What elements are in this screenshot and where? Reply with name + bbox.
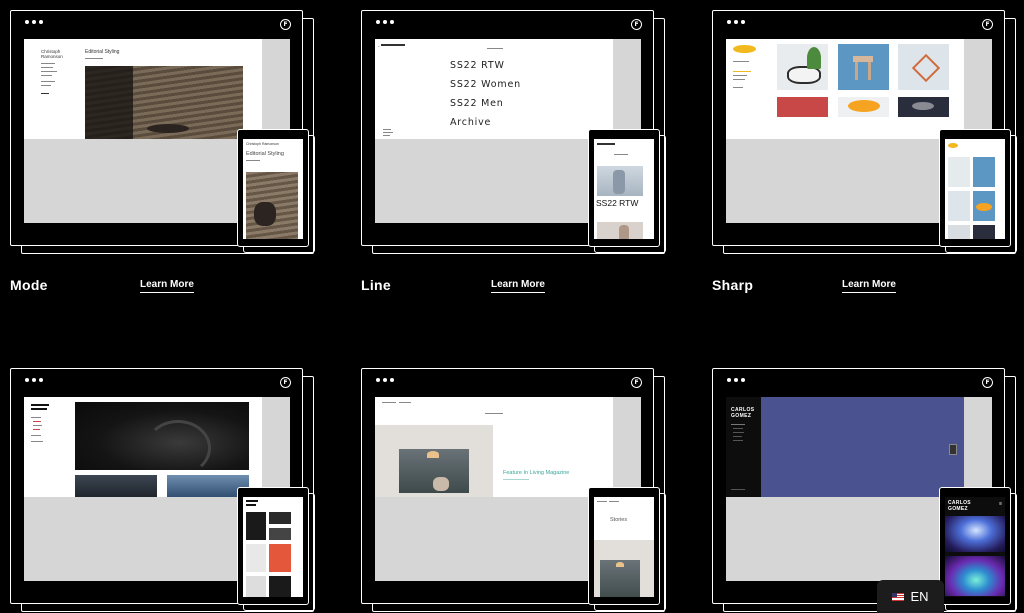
template-card-mode[interactable]: F Christoph Ramonson Editorial Styling C…: [10, 10, 315, 254]
phone-preview: SS22 RTW: [588, 129, 660, 247]
learn-more-link-mode[interactable]: Learn More: [140, 279, 194, 293]
menu-item-archive: Archive: [450, 117, 492, 128]
concert-photo: [945, 516, 1005, 552]
hero-photo: [399, 449, 469, 493]
preview-heading: Editorial Styling: [85, 49, 120, 55]
window-dots-icon: [727, 378, 745, 382]
desktop-preview: CARLOS GOMEZ: [726, 397, 964, 497]
phone-preview: Stories: [588, 487, 660, 605]
card-title-mode: Mode: [10, 277, 48, 293]
feature-heading: Feature In Living Magazine: [503, 470, 570, 476]
phone-caption: Stories: [610, 517, 628, 523]
window-dots-icon: [376, 20, 394, 24]
phone-brand: CARLOS GOMEZ: [948, 500, 971, 512]
menu-item-ss22-rtw: SS22 RTW: [450, 60, 505, 71]
window-dots-icon: [727, 20, 745, 24]
product-tile: [777, 97, 828, 117]
brand-logo-icon: F: [631, 19, 642, 30]
template-card-5[interactable]: F Feature In Living Magazine Stories: [361, 368, 666, 612]
language-switcher[interactable]: EN: [877, 580, 944, 613]
menu-item-ss22-men: SS22 Men: [450, 98, 504, 109]
phone-preview: Christoph Ramonson Editorial Styling: [237, 129, 309, 247]
window-dots-icon: [25, 378, 43, 382]
phone-photo: [597, 166, 643, 196]
card-title-line: Line: [361, 277, 391, 293]
template-card-6[interactable]: F CARLOS GOMEZ CARLOS GOMEZ ≡: [712, 368, 1017, 612]
phone-photo: [246, 172, 298, 239]
desktop-preview: [24, 397, 262, 497]
hero-photo: [85, 66, 243, 139]
phone-preview: [939, 129, 1011, 247]
product-tile: [838, 44, 889, 90]
scroll-handle[interactable]: [949, 444, 957, 455]
phone-caption: SS22 RTW: [596, 198, 639, 208]
menu-item-ss22-women: SS22 Women: [450, 79, 521, 90]
desktop-preview: Feature In Living Magazine: [375, 397, 613, 497]
desktop-preview: ← SS22 RTW SS22 Women SS22 Men Archive: [375, 39, 613, 139]
learn-more-link-sharp[interactable]: Learn More: [842, 279, 896, 293]
template-card-sharp[interactable]: F: [712, 10, 1017, 254]
phone-preview: [237, 487, 309, 605]
product-tile: [898, 44, 949, 90]
desktop-preview: Christoph Ramonson Editorial Styling: [24, 39, 262, 139]
product-tile: [898, 97, 949, 117]
concert-photo: [945, 556, 1005, 596]
brand-logo-icon: F: [982, 377, 993, 388]
phone-preview: CARLOS GOMEZ ≡: [939, 487, 1011, 605]
brand-logo-icon: F: [982, 19, 993, 30]
desktop-preview: [726, 39, 964, 139]
brand-logo-icon: F: [280, 19, 291, 30]
menu-icon: ≡: [999, 501, 1002, 507]
us-flag-icon: [892, 592, 905, 601]
brand-logo-icon: F: [631, 377, 642, 388]
template-card-4[interactable]: F: [10, 368, 315, 612]
window-dots-icon: [376, 378, 394, 382]
preview-brand: CARLOS GOMEZ: [731, 407, 755, 419]
hero-photo: [75, 402, 249, 476]
window-dots-icon: [25, 20, 43, 24]
phone-heading: Editorial Styling: [246, 151, 284, 157]
product-tile: [838, 97, 889, 117]
sharp-logo-icon: [733, 45, 756, 53]
card-title-sharp: Sharp: [712, 277, 754, 293]
brand-logo-icon: F: [280, 377, 291, 388]
template-card-line[interactable]: F ← SS22 RTW SS22 Women SS22 Men Archive…: [361, 10, 666, 254]
blue-panel: [761, 397, 964, 497]
language-label: EN: [910, 589, 929, 604]
preview-brand: Christoph Ramonson: [41, 49, 63, 59]
learn-more-link-line[interactable]: Learn More: [491, 279, 545, 293]
product-tile: [777, 44, 828, 90]
